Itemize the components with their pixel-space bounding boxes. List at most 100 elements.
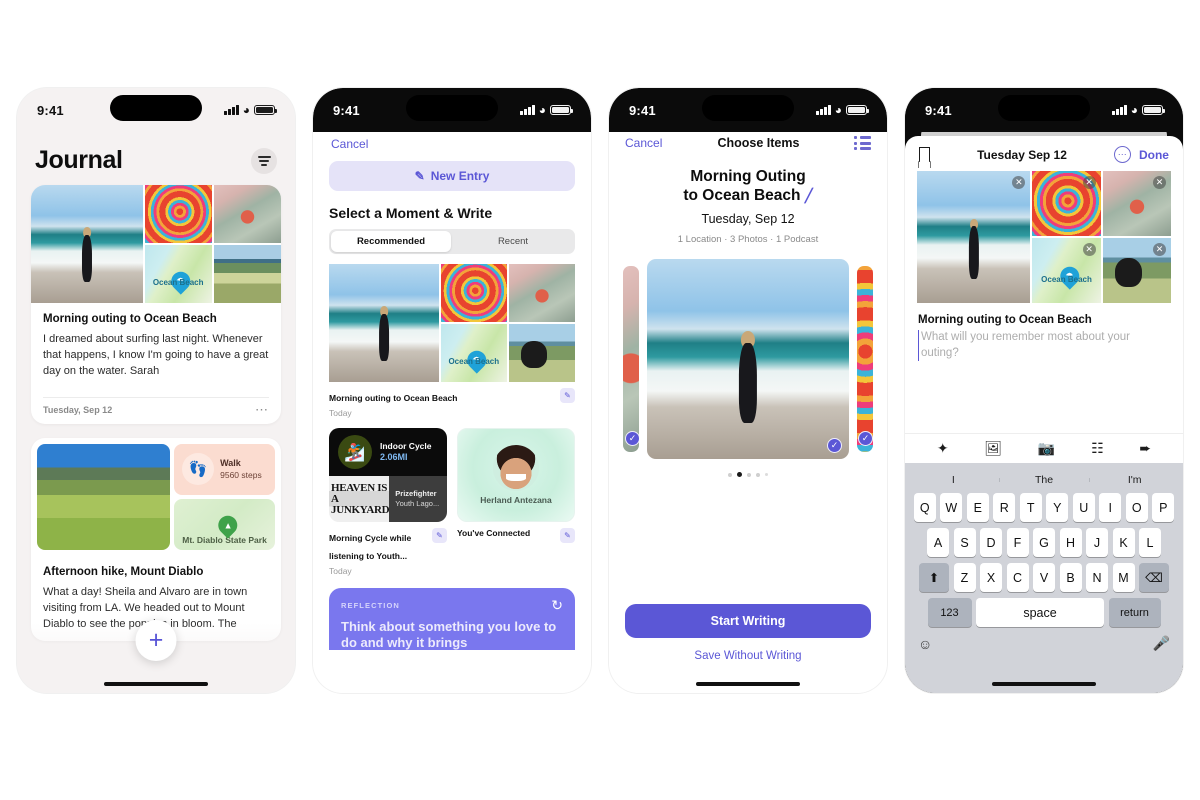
map-ocean-beach[interactable]: ☂ Ocean Beach [440, 324, 507, 382]
bookmark-icon[interactable] [919, 147, 930, 162]
suggestion-connected[interactable]: Herland Antezana You've Connected ✎ [457, 428, 575, 576]
ellipsis-circle-icon[interactable]: ⋯ [1113, 146, 1131, 163]
photo-shell[interactable]: ✕ [1102, 171, 1171, 236]
carousel-item-next[interactable]: ✓ [857, 266, 873, 453]
walk-widget[interactable]: 👣 Walk 9560 steps [174, 443, 275, 495]
selected-check-icon[interactable]: ✓ [827, 438, 842, 454]
photo-dog[interactable] [508, 324, 575, 382]
prediction-bar[interactable]: I The I'm [908, 467, 1180, 493]
prediction-1[interactable]: I [908, 474, 999, 486]
emoji-icon[interactable]: ☺ [918, 636, 932, 652]
done-button[interactable]: Done [1139, 148, 1169, 162]
keyboard-row-1[interactable]: Q W E R T Y U I O P [908, 493, 1180, 522]
return-key[interactable]: return [1108, 598, 1161, 627]
photos-icon[interactable]: 🖼 [984, 440, 1002, 457]
key-o[interactable]: O [1125, 493, 1148, 522]
key-n[interactable]: N [1086, 563, 1108, 592]
shift-key[interactable]: ⬆ [919, 563, 949, 592]
suggestion-indoor-cycle[interactable]: 🏂 Indoor Cycle 2.06MI HEAVEN IS A JUNKYA… [329, 428, 447, 576]
suggestion-ocean-beach[interactable]: ☂ Ocean Beach Morning outing to Ocean Be… [313, 254, 591, 418]
key-g[interactable]: G [1033, 528, 1055, 557]
backspace-key[interactable]: ⌫ [1139, 563, 1169, 592]
item-carousel[interactable]: ✓ ✓ ✓ [609, 259, 887, 460]
key-h[interactable]: H [1059, 528, 1082, 557]
journal-entry-card[interactable]: ☂ Ocean Beach Morning outing to Ocean Be… [31, 185, 281, 424]
on-screen-keyboard[interactable]: I The I'm Q W E R T Y U I O P A S D F G … [905, 463, 1183, 693]
key-f[interactable]: F [1006, 528, 1029, 557]
remove-icon[interactable]: ✕ [1153, 176, 1166, 189]
tab-recent[interactable]: Recent [453, 231, 573, 252]
selected-check-icon[interactable]: ✓ [625, 431, 639, 447]
keyboard-row-3[interactable]: ⬆ Z X C V B N M ⌫ [908, 563, 1180, 592]
numbers-key[interactable]: 123 [927, 598, 972, 627]
photo-surfer[interactable] [31, 185, 143, 303]
key-r[interactable]: R [993, 493, 1016, 522]
key-u[interactable]: U [1072, 493, 1095, 522]
podcast-artwork-decoder-ring[interactable] [440, 264, 507, 322]
camera-icon[interactable]: 📷 [1038, 440, 1055, 457]
ellipsis-icon[interactable]: ⋯ [255, 403, 269, 416]
key-p[interactable]: P [1152, 493, 1175, 522]
new-entry-fab[interactable]: + [135, 620, 177, 661]
key-v[interactable]: V [1033, 563, 1055, 592]
prediction-3[interactable]: I'm [1089, 474, 1180, 486]
pencil-icon[interactable]: ╱ [805, 188, 813, 203]
list-icon[interactable] [854, 136, 871, 150]
key-m[interactable]: M [1112, 563, 1135, 592]
sparkle-wand-icon[interactable]: ✦ [937, 440, 949, 457]
editor-toolbar[interactable]: ✦ 🖼 📷 ☷ ➨ [905, 433, 1183, 463]
podcast-artwork-decoder-ring[interactable] [144, 185, 212, 243]
start-writing-button[interactable]: Start Writing [625, 604, 871, 638]
prediction-2[interactable]: The [998, 474, 1090, 486]
journal-feed[interactable]: ☂ Ocean Beach Morning outing to Ocean Be… [17, 185, 295, 641]
map-ocean-beach[interactable]: ☂ Ocean Beach [144, 245, 212, 303]
carousel-item-active[interactable]: ✓ [647, 259, 849, 460]
compose-icon[interactable]: ✎ [560, 528, 575, 543]
keyboard-bottom-bar[interactable]: ☺ 🎤 [908, 633, 1180, 652]
key-i[interactable]: I [1099, 493, 1122, 522]
park-map-widget[interactable]: ▲ Mt. Diablo State Park [174, 498, 275, 550]
key-d[interactable]: D [980, 528, 1002, 557]
save-without-writing-button[interactable]: Save Without Writing [609, 650, 887, 662]
key-a[interactable]: A [927, 528, 949, 557]
cancel-button[interactable]: Cancel [625, 136, 662, 150]
photo-meadow[interactable] [37, 443, 171, 550]
compose-icon[interactable]: ✎ [432, 528, 447, 543]
key-w[interactable]: W [940, 493, 963, 522]
key-q[interactable]: Q [913, 493, 936, 522]
key-e[interactable]: E [966, 493, 989, 522]
key-y[interactable]: Y [1046, 493, 1069, 522]
filter-icon[interactable] [251, 147, 277, 174]
photo-surfer[interactable] [329, 264, 439, 382]
journal-entry-card[interactable]: 👣 Walk 9560 steps ▲ Mt. Diablo State Par… [31, 437, 281, 641]
entry-body-placeholder[interactable]: What will you remember most about your o… [918, 330, 1170, 362]
carousel-item-prev[interactable]: ✓ [623, 266, 639, 453]
location-arrow-icon[interactable]: ➨ [1139, 440, 1151, 457]
refresh-icon[interactable]: ↻ [551, 598, 563, 612]
remove-icon[interactable]: ✕ [1082, 243, 1096, 256]
remove-icon[interactable]: ✕ [1082, 176, 1096, 189]
photo-coast-road[interactable] [213, 245, 281, 303]
selected-check-icon[interactable]: ✓ [858, 431, 873, 447]
compose-icon[interactable]: ✎ [560, 388, 575, 403]
keyboard-row-2[interactable]: A S D F G H J K L [908, 528, 1180, 557]
remove-icon[interactable]: ✕ [1012, 176, 1026, 189]
reflection-card[interactable]: REFLECTION ↻ Think about something you l… [329, 588, 575, 650]
key-c[interactable]: C [1006, 563, 1029, 592]
key-l[interactable]: L [1139, 528, 1161, 557]
photo-dog[interactable]: ✕ [1102, 238, 1171, 303]
keyboard-row-4[interactable]: 123 space return [908, 598, 1180, 627]
photo-surfer[interactable]: ✕ [917, 171, 1031, 303]
tab-recommended[interactable]: Recommended [331, 231, 451, 252]
audio-waveform-icon[interactable]: ☷ [1091, 440, 1104, 457]
key-s[interactable]: S [953, 528, 976, 557]
new-entry-button[interactable]: ✎ New Entry [329, 161, 575, 191]
key-z[interactable]: Z [953, 563, 976, 592]
space-key[interactable]: space [976, 598, 1104, 627]
key-t[interactable]: T [1019, 493, 1042, 522]
key-j[interactable]: J [1086, 528, 1108, 557]
key-k[interactable]: K [1112, 528, 1135, 557]
microphone-icon[interactable]: 🎤 [1153, 635, 1170, 652]
photo-shell[interactable] [213, 185, 281, 243]
podcast-artwork-decoder-ring[interactable]: ✕ [1032, 171, 1101, 236]
